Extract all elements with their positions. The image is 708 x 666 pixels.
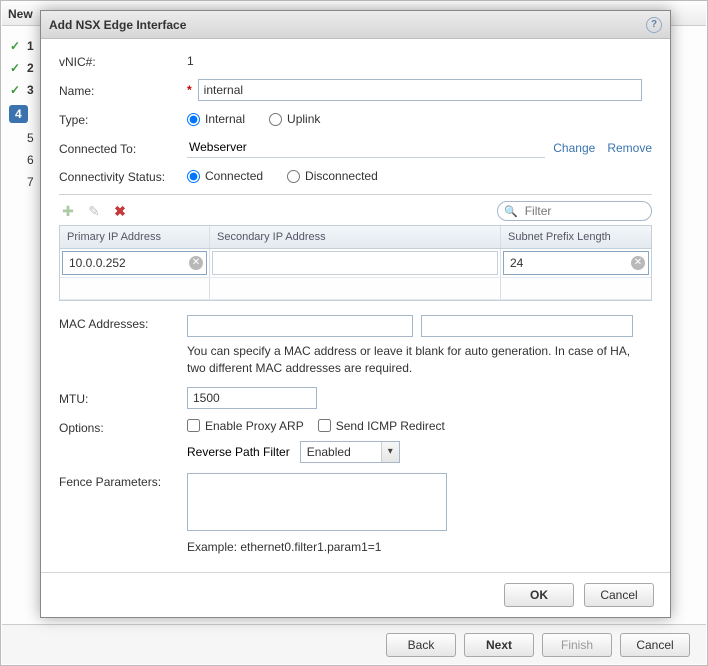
check-icon: ✓ <box>9 39 21 53</box>
step-number: 6 <box>27 153 34 167</box>
name-label: Name: <box>59 82 187 98</box>
disconnected-radio[interactable]: Disconnected <box>287 169 378 183</box>
mac-input-1[interactable] <box>187 315 413 337</box>
mac-label: MAC Addresses: <box>59 315 187 331</box>
check-icon: ✓ <box>9 61 21 75</box>
rpf-label: Reverse Path Filter <box>187 445 290 459</box>
type-label: Type: <box>59 111 187 127</box>
step-number: 1 <box>27 39 34 53</box>
remove-link[interactable]: Remove <box>607 141 652 155</box>
rpf-value: Enabled <box>301 445 381 459</box>
vnic-label: vNIC#: <box>59 53 187 69</box>
step-number: 4 <box>9 105 28 123</box>
vnic-value: 1 <box>187 54 194 68</box>
add-icon: ✚ <box>59 202 77 220</box>
edit-icon: ✎ <box>85 202 103 220</box>
next-button[interactable]: Next <box>464 633 534 657</box>
icmp-redirect-checkbox[interactable]: Send ICMP Redirect <box>318 419 445 433</box>
mtu-input[interactable] <box>187 387 317 409</box>
secondary-ip-input[interactable] <box>212 251 498 275</box>
filter-input[interactable] <box>523 203 643 219</box>
change-link[interactable]: Change <box>553 141 595 155</box>
name-input[interactable] <box>198 79 642 101</box>
ip-grid-empty-row <box>60 278 651 300</box>
add-interface-dialog: Add NSX Edge Interface ? vNIC#: 1 Name: … <box>40 10 671 618</box>
connected-to-value: Webserver <box>189 140 247 154</box>
connected-to-label: Connected To: <box>59 140 187 156</box>
dialog-titlebar: Add NSX Edge Interface ? <box>41 11 670 39</box>
dialog-cancel-button[interactable]: Cancel <box>584 583 654 607</box>
ip-grid-row[interactable]: ✕ ✕ <box>60 249 651 278</box>
mtu-label: MTU: <box>59 390 187 406</box>
type-internal-radio[interactable]: Internal <box>187 112 245 126</box>
step-number: 5 <box>27 131 34 145</box>
proxy-arp-checkbox[interactable]: Enable Proxy ARP <box>187 419 304 433</box>
cancel-button[interactable]: Cancel <box>620 633 690 657</box>
finish-button: Finish <box>542 633 612 657</box>
fence-input[interactable] <box>187 473 447 531</box>
clear-icon[interactable]: ✕ <box>189 256 203 270</box>
step-number: 3 <box>27 83 34 97</box>
ok-button[interactable]: OK <box>504 583 574 607</box>
step-number: 7 <box>27 175 34 189</box>
filter-box[interactable]: 🔍 <box>497 201 652 221</box>
mac-input-2[interactable] <box>421 315 633 337</box>
ip-toolbar: ✚ ✎ ✖ 🔍 <box>59 194 652 221</box>
search-icon: 🔍 <box>504 205 518 218</box>
chevron-down-icon[interactable] <box>381 442 399 462</box>
clear-icon[interactable]: ✕ <box>631 256 645 270</box>
check-icon: ✓ <box>9 83 21 97</box>
col-prefix[interactable]: Subnet Prefix Length <box>501 226 651 248</box>
prefix-input[interactable] <box>503 251 649 275</box>
delete-icon[interactable]: ✖ <box>111 202 129 220</box>
connected-radio[interactable]: Connected <box>187 169 263 183</box>
fence-label: Fence Parameters: <box>59 473 187 489</box>
fence-example: Example: ethernet0.filter1.param1=1 <box>187 540 447 554</box>
col-secondary-ip[interactable]: Secondary IP Address <box>210 226 501 248</box>
options-label: Options: <box>59 419 187 435</box>
step-number: 2 <box>27 61 34 75</box>
primary-ip-input[interactable] <box>62 251 207 275</box>
help-icon[interactable]: ? <box>646 17 662 33</box>
dialog-title: Add NSX Edge Interface <box>49 18 186 32</box>
col-primary-ip[interactable]: Primary IP Address <box>60 226 210 248</box>
back-button[interactable]: Back <box>386 633 456 657</box>
type-uplink-radio[interactable]: Uplink <box>269 112 320 126</box>
rpf-select[interactable]: Enabled <box>300 441 400 463</box>
dialog-button-bar: OK Cancel <box>41 572 670 617</box>
wizard-button-bar: Back Next Finish Cancel <box>2 624 706 664</box>
connectivity-status-label: Connectivity Status: <box>59 168 187 184</box>
mac-hint: You can specify a MAC address or leave i… <box>187 337 652 377</box>
ip-grid: Primary IP Address Secondary IP Address … <box>59 225 652 301</box>
required-icon: * <box>187 83 192 97</box>
